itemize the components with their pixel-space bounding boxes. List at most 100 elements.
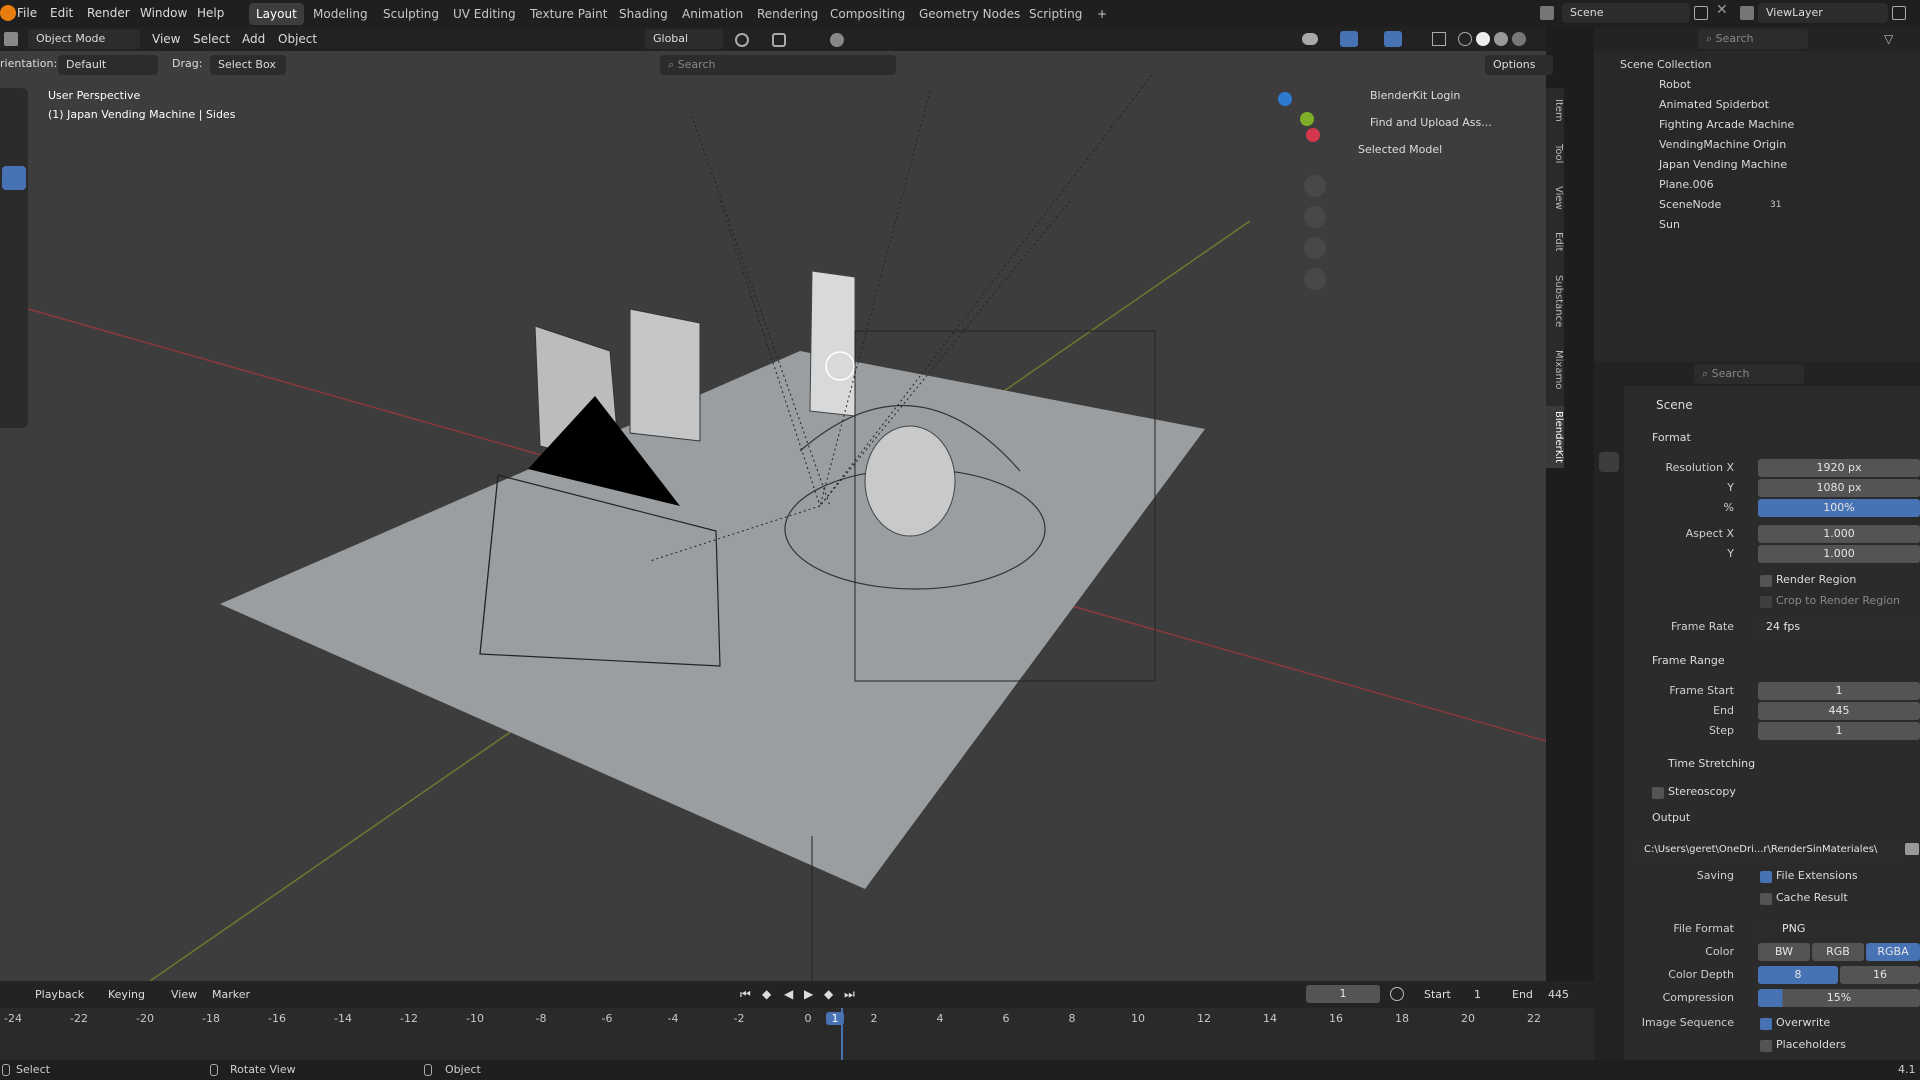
start-value[interactable]: 1 xyxy=(1474,988,1481,1001)
play-reverse-icon[interactable]: ◀ xyxy=(784,987,793,1001)
sidetab-mixamo[interactable]: Mixamo xyxy=(1546,342,1564,398)
view-layer-props-icon[interactable] xyxy=(1599,480,1619,500)
tab-compositing[interactable]: Compositing xyxy=(823,3,912,25)
particles-props-icon[interactable] xyxy=(1599,664,1619,684)
rotate-tool-icon[interactable] xyxy=(2,202,26,226)
tab-sculpting[interactable]: Sculpting xyxy=(376,3,446,25)
file-extensions-checkbox[interactable] xyxy=(1760,871,1772,883)
render-props-icon[interactable] xyxy=(1599,424,1619,444)
tool-props-icon[interactable] xyxy=(1599,396,1619,416)
properties-search[interactable]: ⌕ Search xyxy=(1694,364,1804,384)
overwrite-checkbox[interactable] xyxy=(1760,1018,1772,1030)
time-stretching-subpanel[interactable]: Time Stretching xyxy=(1668,757,1755,770)
npanel-item-find-upload[interactable]: Find and Upload Ass... xyxy=(1370,113,1492,133)
data-props-icon[interactable] xyxy=(1599,748,1619,768)
play-icon[interactable]: ▶ xyxy=(804,987,813,1001)
menu-keying[interactable]: Keying xyxy=(108,983,145,1007)
camera-view-icon[interactable] xyxy=(1304,237,1326,259)
axis-x-icon[interactable] xyxy=(1306,128,1320,142)
panel-output-header[interactable]: Output xyxy=(1652,811,1690,824)
menu-marker[interactable]: Marker xyxy=(212,983,250,1007)
shading-material-icon[interactable] xyxy=(1494,32,1508,46)
gizmo-toggle-icon[interactable] xyxy=(1340,31,1358,47)
outliner-row[interactable]: Japan Vending Machine xyxy=(1594,155,1920,175)
tab-shading[interactable]: Shading xyxy=(612,3,675,25)
drag-select[interactable]: Select Box xyxy=(210,55,286,75)
physics-props-icon[interactable] xyxy=(1599,692,1619,712)
close-scene-icon[interactable]: ✕ xyxy=(1716,2,1728,18)
resolution-y-field[interactable]: 1080 px xyxy=(1758,479,1920,497)
sidetab-blenderkit[interactable]: BlenderKit xyxy=(1546,406,1564,468)
menu-edit[interactable]: Edit xyxy=(50,0,73,27)
menu-file[interactable]: File xyxy=(17,0,37,27)
menu-window[interactable]: Window xyxy=(140,0,187,27)
sidetab-tool[interactable]: Tool xyxy=(1546,136,1564,172)
transform-tool-icon[interactable] xyxy=(2,274,26,298)
resolution-percent-field[interactable]: 100% xyxy=(1758,499,1920,517)
output-props-icon[interactable] xyxy=(1599,452,1619,472)
sidetab-substance[interactable]: Substance xyxy=(1546,268,1564,334)
tab-uv-editing[interactable]: UV Editing xyxy=(446,3,523,25)
panel-stereoscopy-header[interactable]: Stereoscopy xyxy=(1668,785,1736,798)
constraints-props-icon[interactable] xyxy=(1599,720,1619,740)
next-keyframe-icon[interactable]: ◆ xyxy=(824,987,833,1001)
collection-props-icon[interactable] xyxy=(1599,572,1619,592)
jump-end-icon[interactable]: ⏭ xyxy=(844,987,855,1002)
npanel-item-selected-model[interactable]: Selected Model xyxy=(1358,140,1442,160)
proportional-edit-icon[interactable] xyxy=(830,33,844,47)
tab-scripting[interactable]: Scripting xyxy=(1022,3,1089,25)
menu-view[interactable]: View xyxy=(152,27,180,51)
frame-start-field[interactable]: 1 xyxy=(1758,682,1920,700)
panel-format-header[interactable]: Format xyxy=(1652,431,1691,444)
modifier-props-icon[interactable] xyxy=(1599,636,1619,656)
mode-selector[interactable]: Object Mode xyxy=(28,29,140,49)
new-scene-icon[interactable] xyxy=(1694,6,1708,20)
visibility-icon[interactable] xyxy=(1302,33,1318,45)
outliner-search[interactable]: ⌕ Search xyxy=(1698,29,1808,49)
end-value[interactable]: 445 xyxy=(1548,988,1569,1001)
menu-object[interactable]: Object xyxy=(278,27,317,51)
current-frame-indicator[interactable]: 1 xyxy=(826,1012,844,1025)
add-cube-tool-icon[interactable] xyxy=(2,392,26,416)
add-workspace-button[interactable]: + xyxy=(1090,3,1114,25)
scene-selector[interactable]: Scene xyxy=(1562,3,1690,23)
pan-hand-icon[interactable] xyxy=(1304,206,1326,228)
stopwatch-icon[interactable] xyxy=(1390,987,1404,1001)
menu-add[interactable]: Add xyxy=(242,27,265,51)
tab-rendering[interactable]: Rendering xyxy=(750,3,825,25)
scale-tool-icon[interactable] xyxy=(2,238,26,262)
measure-tool-icon[interactable] xyxy=(2,352,26,376)
shading-solid-icon[interactable] xyxy=(1476,32,1490,46)
outliner-row[interactable]: Sun xyxy=(1594,215,1920,235)
tab-animation[interactable]: Animation xyxy=(675,3,750,25)
aspect-x-field[interactable]: 1.000 xyxy=(1758,525,1920,543)
pivot-icon[interactable] xyxy=(735,33,749,47)
resolution-x-field[interactable]: 1920 px xyxy=(1758,459,1920,477)
xray-icon[interactable] xyxy=(1432,32,1446,46)
outliner-row[interactable]: Animated Spiderbot xyxy=(1594,95,1920,115)
outliner-row[interactable]: Plane.006 xyxy=(1594,175,1920,195)
color-bw-button[interactable]: BW xyxy=(1758,943,1810,961)
tab-modeling[interactable]: Modeling xyxy=(306,3,375,25)
select-tool-icon[interactable] xyxy=(2,92,26,116)
tab-texture-paint[interactable]: Texture Paint xyxy=(523,3,614,25)
search-input[interactable]: ⌕ Search xyxy=(660,55,896,75)
output-path-field[interactable]: C:\Users\geret\OneDri...r\RenderSinMater… xyxy=(1638,841,1902,859)
perspective-toggle-icon[interactable] xyxy=(1304,268,1326,290)
frame-rate-select[interactable]: 24 fps xyxy=(1758,618,1920,636)
cursor-tool-icon[interactable] xyxy=(2,128,26,152)
panel-frame-range-header[interactable]: Frame Range xyxy=(1652,654,1725,667)
prev-keyframe-icon[interactable]: ◆ xyxy=(762,987,771,1001)
sidetab-item[interactable]: Item xyxy=(1546,92,1564,128)
menu-help[interactable]: Help xyxy=(197,0,224,27)
axis-z-icon[interactable] xyxy=(1278,92,1292,106)
aspect-y-field[interactable]: 1.000 xyxy=(1758,545,1920,563)
overlay-toggle-icon[interactable] xyxy=(1384,31,1402,47)
compression-slider[interactable]: 15% xyxy=(1758,989,1920,1007)
view-layer-selector[interactable]: ViewLayer xyxy=(1758,3,1888,23)
menu-playback[interactable]: Playback xyxy=(35,983,84,1007)
folder-icon[interactable] xyxy=(1905,843,1919,855)
tab-layout[interactable]: Layout xyxy=(249,3,304,25)
jump-start-icon[interactable]: ⏮ xyxy=(740,987,751,1002)
blender-logo-icon[interactable] xyxy=(0,5,16,21)
